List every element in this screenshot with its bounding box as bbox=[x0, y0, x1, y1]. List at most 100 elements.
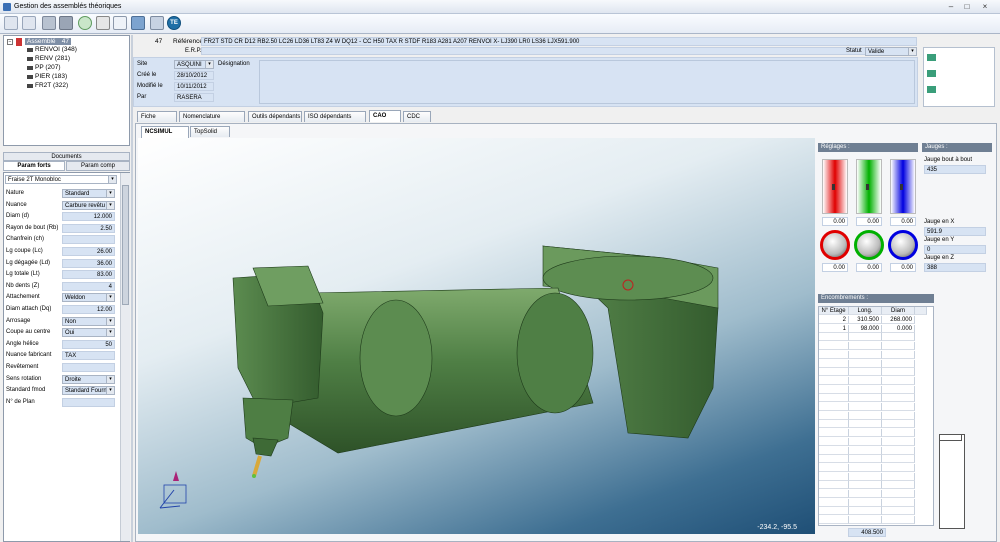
table-cell[interactable] bbox=[849, 481, 882, 490]
table-cell[interactable] bbox=[849, 498, 882, 507]
tree-item-fr2t[interactable]: FR2T (322) bbox=[35, 82, 68, 89]
table-cell[interactable] bbox=[849, 437, 882, 446]
param-field[interactable]: Oui ▾ bbox=[62, 328, 115, 338]
subtab-ncsimul[interactable]: NCSIMUL bbox=[141, 126, 189, 138]
tree-root[interactable]: Assemblé 47 bbox=[25, 38, 71, 45]
table-cell[interactable] bbox=[819, 481, 849, 490]
table-cell[interactable] bbox=[882, 507, 915, 516]
param-field[interactable]: 12.000 bbox=[62, 212, 115, 222]
jauge-y-field[interactable]: 0 bbox=[924, 245, 986, 254]
jauge-bout-field[interactable]: 435 bbox=[924, 165, 986, 174]
table-cell[interactable]: 2 bbox=[819, 316, 849, 324]
slider-thumb[interactable] bbox=[900, 184, 906, 190]
disk-icon[interactable] bbox=[59, 16, 73, 30]
table-cell[interactable] bbox=[819, 394, 849, 403]
table-cell[interactable] bbox=[849, 368, 882, 377]
table-cell[interactable] bbox=[849, 429, 882, 438]
image-icon[interactable] bbox=[927, 54, 936, 61]
tab-nomenclature[interactable]: Nomenclature bbox=[179, 111, 245, 122]
tab-param-comp[interactable]: Param comp bbox=[66, 161, 130, 171]
slider-thumb[interactable] bbox=[866, 184, 872, 190]
table-cell[interactable] bbox=[819, 376, 849, 385]
tree-collapse-icon[interactable]: − bbox=[7, 39, 13, 45]
table-cell[interactable] bbox=[882, 342, 915, 351]
modifie-field[interactable]: 10/11/2012 bbox=[174, 82, 214, 91]
table-cell[interactable] bbox=[849, 376, 882, 385]
param-field[interactable]: Standard Fournis ▾ bbox=[62, 386, 115, 396]
table-cell[interactable] bbox=[819, 350, 849, 359]
jauge-z-field[interactable]: 388 bbox=[924, 263, 986, 272]
table-cell[interactable] bbox=[819, 333, 849, 342]
refresh-icon[interactable] bbox=[78, 16, 92, 30]
tree-item-renv[interactable]: RENV (281) bbox=[35, 55, 70, 62]
jauge-x-field[interactable]: 591.9 bbox=[924, 227, 986, 236]
column-header[interactable]: Long. bbox=[849, 307, 882, 315]
param-field[interactable]: 50 bbox=[62, 339, 115, 349]
table-cell[interactable] bbox=[819, 411, 849, 420]
column-header[interactable]: N° Etage bbox=[819, 307, 849, 315]
knob-value[interactable]: 0.00 bbox=[822, 263, 848, 272]
param-field[interactable]: 83.00 bbox=[62, 270, 115, 280]
tool-type-select[interactable]: Fraise 2T Monobloc ▾ bbox=[5, 175, 117, 184]
menu-dropdown-icon[interactable] bbox=[22, 16, 36, 30]
table-cell[interactable] bbox=[882, 411, 915, 420]
scrollbar[interactable] bbox=[120, 173, 130, 541]
table-cell[interactable] bbox=[849, 516, 882, 525]
table-cell[interactable] bbox=[882, 490, 915, 498]
param-field[interactable]: Carbure revêtu ▾ bbox=[62, 200, 115, 210]
table-cell[interactable] bbox=[849, 463, 882, 472]
table-cell[interactable] bbox=[849, 490, 882, 498]
table-cell[interactable] bbox=[882, 437, 915, 446]
table-cell[interactable] bbox=[849, 394, 882, 403]
table-cell[interactable] bbox=[819, 507, 849, 516]
table-cell[interactable] bbox=[849, 455, 882, 464]
tree-item-pier[interactable]: PIER (183) bbox=[35, 73, 67, 80]
table-cell[interactable] bbox=[882, 516, 915, 525]
table-cell[interactable] bbox=[882, 481, 915, 490]
table-cell[interactable]: 98.000 bbox=[849, 324, 882, 333]
param-field[interactable]: 26.00 bbox=[62, 247, 115, 256]
tab-outils-d-pendants[interactable]: Outils dépendants bbox=[248, 111, 302, 122]
tree-item-pp[interactable]: PP (207) bbox=[35, 64, 61, 71]
table-cell[interactable] bbox=[882, 350, 915, 359]
param-field[interactable]: Non ▾ bbox=[62, 316, 115, 326]
knob-value[interactable]: 0.00 bbox=[890, 263, 916, 272]
table-cell[interactable] bbox=[882, 403, 915, 411]
table-cell[interactable] bbox=[882, 385, 915, 394]
table-cell[interactable]: 0.000 bbox=[882, 324, 915, 333]
slider-value[interactable]: 0.00 bbox=[890, 217, 916, 226]
tab-cao[interactable]: CAO bbox=[369, 110, 401, 122]
tree-item-renvoi[interactable]: RENVOI (348) bbox=[35, 46, 77, 53]
param-field[interactable]: 12.00 bbox=[62, 305, 115, 314]
slider-value[interactable]: 0.00 bbox=[822, 217, 848, 226]
par-field[interactable]: RASERA bbox=[174, 93, 214, 102]
table-cell[interactable] bbox=[819, 429, 849, 438]
table-cell[interactable] bbox=[849, 507, 882, 516]
table-cell[interactable] bbox=[882, 498, 915, 507]
table-cell[interactable] bbox=[882, 376, 915, 385]
param-field[interactable]: TAX bbox=[62, 351, 115, 361]
table-cell[interactable] bbox=[882, 463, 915, 472]
slider-thumb[interactable] bbox=[832, 184, 838, 190]
table-cell[interactable] bbox=[819, 490, 849, 498]
table-cell[interactable] bbox=[819, 446, 849, 455]
table-cell[interactable] bbox=[882, 472, 915, 481]
table-cell[interactable] bbox=[882, 333, 915, 342]
table-cell[interactable] bbox=[849, 359, 882, 368]
table-cell[interactable] bbox=[819, 342, 849, 351]
table-cell[interactable] bbox=[849, 350, 882, 359]
table-cell[interactable] bbox=[819, 463, 849, 472]
table-cell[interactable] bbox=[882, 368, 915, 377]
table-cell[interactable] bbox=[882, 420, 915, 429]
knob-value[interactable]: 0.00 bbox=[856, 263, 882, 272]
table-cell[interactable] bbox=[882, 446, 915, 455]
maximize-button[interactable]: □ bbox=[962, 2, 972, 11]
print-icon[interactable] bbox=[131, 16, 145, 30]
tab-param-forts[interactable]: Param forts bbox=[3, 161, 65, 171]
site-select[interactable]: ASQUINI ▾ bbox=[174, 60, 214, 69]
subtab-topsolid[interactable]: TopSolid bbox=[190, 126, 230, 137]
delete-icon[interactable] bbox=[915, 307, 927, 315]
image-icon[interactable] bbox=[927, 86, 936, 93]
column-header[interactable]: Diam bbox=[882, 307, 915, 315]
param-field[interactable]: Droite ▾ bbox=[62, 374, 115, 384]
